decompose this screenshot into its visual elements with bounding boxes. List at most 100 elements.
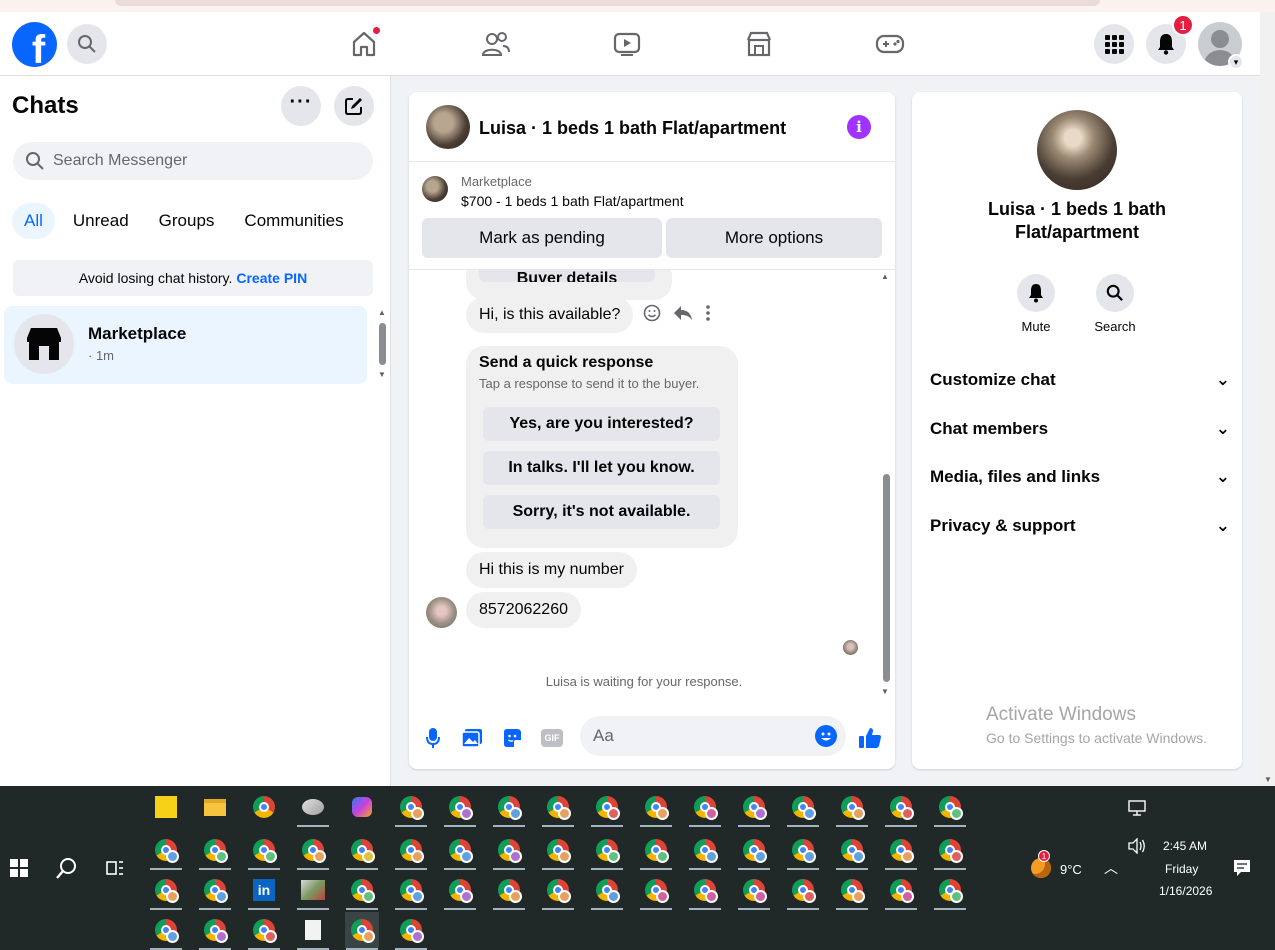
chrome-profile-window[interactable]	[933, 789, 967, 827]
chrome-profile-window[interactable]	[394, 872, 428, 910]
quick-reply-in-talks[interactable]: In talks. I'll let you know.	[483, 451, 720, 485]
chat-list-scrollbar[interactable]: ▲ ▼	[375, 308, 389, 382]
section-privacy-support[interactable]: Privacy & support ⌄	[930, 511, 1230, 541]
message-input[interactable]: Aa	[580, 716, 846, 756]
filter-unread[interactable]: Unread	[61, 203, 141, 239]
chrome-profile-window[interactable]	[590, 872, 624, 910]
facebook-logo[interactable]: f	[12, 22, 57, 67]
chrome-profile-window[interactable]	[394, 789, 428, 827]
search-button[interactable]	[67, 24, 107, 64]
chrome-profile-window[interactable]	[590, 832, 624, 870]
chrome-profile-window[interactable]	[688, 789, 722, 827]
chrome-profile-window[interactable]	[688, 872, 722, 910]
chrome-profile-window[interactable]	[492, 832, 526, 870]
listing-thumbnail[interactable]	[422, 176, 448, 202]
buyer-details-button[interactable]: Buyer details	[479, 270, 655, 282]
chat-info-avatar[interactable]	[1037, 110, 1117, 190]
chrome-profile-window[interactable]	[786, 789, 820, 827]
attach-media-button[interactable]	[460, 726, 484, 750]
filter-all[interactable]: All	[12, 203, 55, 239]
chrome-profile-window[interactable]	[933, 872, 967, 910]
section-customize-chat[interactable]: Customize chat ⌄	[930, 365, 1230, 395]
nav-home[interactable]	[344, 26, 384, 62]
conversation-scrollbar[interactable]: ▲ ▼	[879, 272, 893, 700]
chrome-profile-window[interactable]	[884, 832, 918, 870]
chrome-profile-window[interactable]	[345, 872, 379, 910]
start-button[interactable]	[2, 850, 36, 886]
section-media-files-links[interactable]: Media, files and links ⌄	[930, 462, 1230, 492]
chrome-profile-window[interactable]	[639, 832, 673, 870]
volume-button[interactable]	[1120, 828, 1154, 864]
reply-icon[interactable]	[673, 305, 693, 321]
chrome-profile-window[interactable]	[590, 789, 624, 827]
nav-gaming[interactable]	[870, 26, 910, 62]
chrome-profile-window[interactable]	[835, 872, 869, 910]
mute-action[interactable]: Mute	[1006, 274, 1066, 334]
chrome-profile-window[interactable]	[737, 872, 771, 910]
search-in-conversation-action[interactable]: Search	[1085, 274, 1145, 334]
more-options-button[interactable]: More options	[666, 218, 882, 258]
conversation-title[interactable]: Luisa · 1 beds 1 bath Flat/apartment	[479, 118, 786, 139]
chrome-profile-window[interactable]	[737, 832, 771, 870]
chrome-app[interactable]	[247, 789, 281, 825]
chrome-profile-window[interactable]	[198, 912, 232, 950]
page-scrollbar[interactable]: ▼	[1260, 12, 1275, 786]
chrome-profile-window[interactable]	[639, 789, 673, 827]
chrome-profile-window[interactable]	[149, 872, 183, 910]
react-smiley-icon[interactable]	[643, 304, 661, 322]
sticky-notes-app[interactable]	[149, 789, 183, 825]
chrome-profile-window[interactable]	[835, 789, 869, 827]
chrome-profile-window[interactable]	[786, 832, 820, 870]
notepad-app[interactable]	[296, 912, 330, 950]
paint-app[interactable]	[296, 789, 330, 827]
chrome-profile-window[interactable]	[541, 832, 575, 870]
info-icon[interactable]: i	[847, 115, 871, 139]
chrome-profile-window[interactable]	[345, 832, 379, 870]
chrome-profile-window[interactable]	[247, 912, 281, 950]
weather-temperature[interactable]: 9°C	[1060, 862, 1082, 877]
emoji-icon[interactable]	[815, 725, 837, 747]
image-viewer-app[interactable]	[296, 872, 330, 910]
nav-video[interactable]	[607, 26, 647, 62]
clock-date[interactable]: 1/16/2026	[1159, 884, 1212, 898]
taskbar-search-button[interactable]	[50, 850, 84, 886]
clock-time[interactable]: 2:45 AM	[1163, 839, 1207, 853]
chrome-profile-window[interactable]	[247, 832, 281, 870]
menu-button[interactable]	[1094, 24, 1134, 64]
chrome-profile-window[interactable]	[296, 832, 330, 870]
chrome-profile-window[interactable]	[639, 872, 673, 910]
chat-list-item[interactable]: Marketplace · 1m	[4, 306, 367, 384]
chrome-profile-window[interactable]	[541, 789, 575, 827]
chrome-profile-window[interactable]	[394, 912, 428, 950]
sticker-button[interactable]	[500, 726, 524, 750]
chrome-profile-window[interactable]	[933, 832, 967, 870]
chrome-profile-window[interactable]	[198, 832, 232, 870]
filter-communities[interactable]: Communities	[232, 203, 355, 239]
message-phone-number[interactable]: 8572062260	[466, 592, 581, 628]
chrome-profile-window[interactable]	[198, 872, 232, 910]
chat-options-button[interactable]: ···	[281, 86, 321, 126]
conversation-avatar[interactable]	[426, 105, 470, 149]
tray-network-button[interactable]	[1120, 790, 1154, 826]
gif-button[interactable]: GIF	[540, 726, 564, 750]
chrome-profile-window[interactable]	[688, 832, 722, 870]
chrome-profile-window[interactable]	[541, 872, 575, 910]
chrome-profile-window[interactable]	[394, 832, 428, 870]
chrome-profile-window[interactable]	[149, 832, 183, 870]
chrome-profile-window[interactable]	[786, 872, 820, 910]
more-vertical-icon[interactable]	[705, 304, 711, 322]
account-chevron-icon[interactable]: ▾	[1228, 54, 1244, 70]
nav-marketplace[interactable]	[739, 26, 779, 62]
linkedin-app[interactable]: in	[247, 872, 281, 910]
chrome-profile-window[interactable]	[884, 789, 918, 827]
listing-title[interactable]: $700 - 1 beds 1 bath Flat/apartment	[461, 193, 684, 209]
voice-clip-button[interactable]	[421, 726, 445, 750]
chrome-profile-window[interactable]	[492, 789, 526, 827]
chrome-profile-window[interactable]	[443, 872, 477, 910]
chrome-profile-window[interactable]	[149, 912, 183, 950]
quick-reply-interested[interactable]: Yes, are you interested?	[483, 407, 720, 441]
task-view-button[interactable]	[98, 850, 132, 886]
section-chat-members[interactable]: Chat members ⌄	[930, 414, 1230, 444]
message-number-intro[interactable]: Hi this is my number	[466, 552, 637, 588]
send-like-button[interactable]	[858, 726, 882, 750]
